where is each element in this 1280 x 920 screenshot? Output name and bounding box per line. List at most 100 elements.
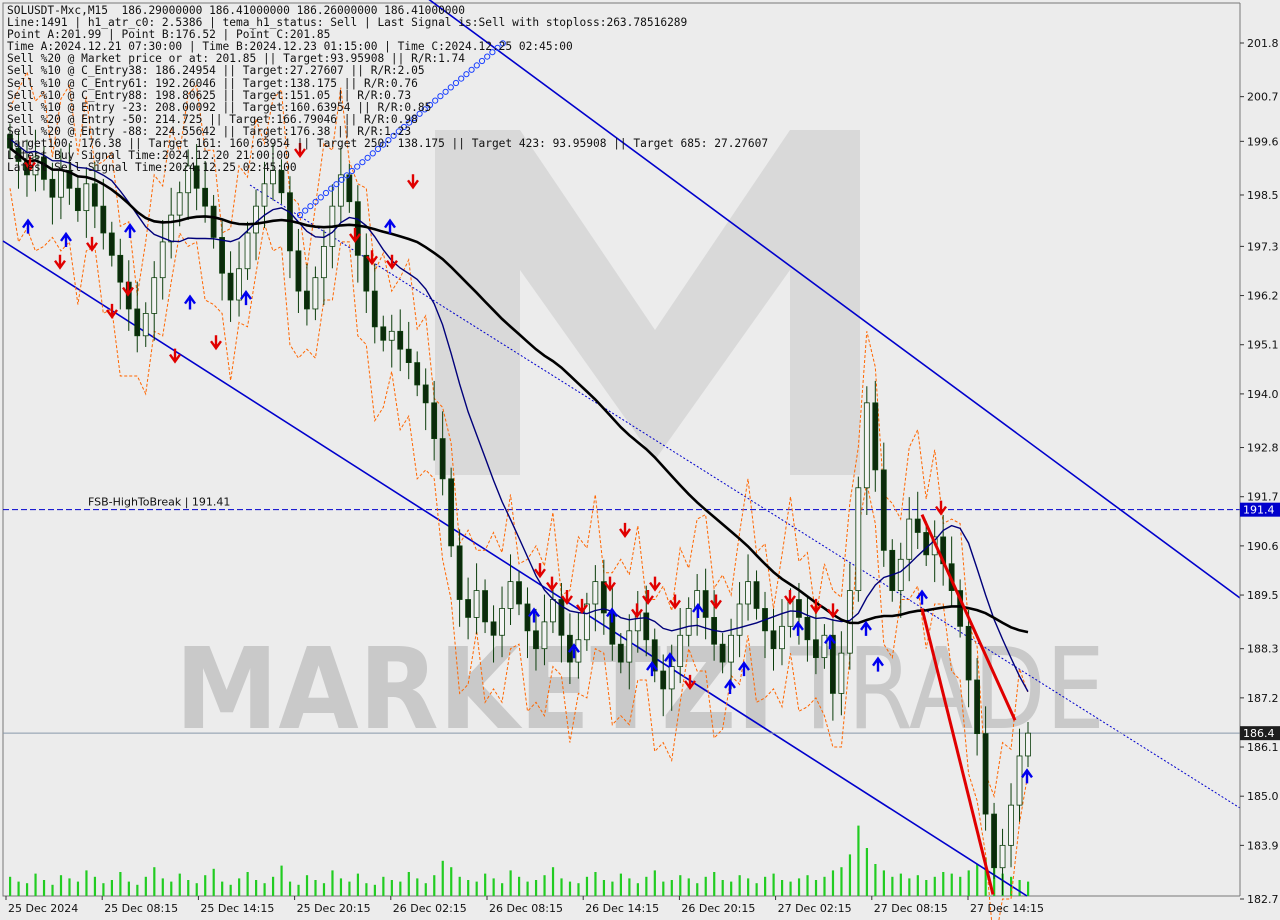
- candle-body: [728, 634, 734, 663]
- candle-body: [855, 487, 862, 591]
- price-tick-label: 200.7: [1247, 91, 1279, 104]
- candle: [448, 467, 455, 558]
- time-tick-label: 27 Dec 08:15: [874, 902, 948, 915]
- time-tick-label: 25 Dec 20:15: [297, 902, 371, 915]
- time-tick-label: 25 Dec 2024: [8, 902, 78, 915]
- info-line: Sell %10 @ C_Entry38: 186.24954 || Targe…: [7, 64, 425, 78]
- volume-bar: [509, 870, 512, 896]
- volume-bar: [136, 884, 139, 896]
- info-line: Sell %10 @ C_Entry88: 198.80625 || Targe…: [7, 88, 412, 102]
- volume-bar: [42, 880, 46, 896]
- candle-body: [202, 187, 209, 207]
- volume-bar: [382, 876, 385, 896]
- volume-bar: [59, 875, 63, 896]
- fsb-level-label: FSB-HighToBreak | 191.41: [88, 496, 230, 509]
- candle-body: [821, 634, 828, 659]
- volume-bar: [390, 880, 393, 896]
- candle-body: [685, 608, 692, 636]
- candle-body: [974, 679, 980, 735]
- volume-bar: [356, 873, 360, 896]
- candle-body: [422, 384, 429, 404]
- volume-bar: [458, 876, 461, 896]
- candle-body: [295, 250, 302, 292]
- candle-body: [304, 290, 310, 310]
- candle-body: [982, 733, 989, 815]
- candle-body: [1008, 804, 1014, 846]
- time-tick-label: 27 Dec 02:15: [778, 902, 852, 915]
- candle-body: [456, 545, 463, 600]
- candle: [855, 476, 862, 602]
- volume-bar: [204, 875, 207, 896]
- candle-body: [1016, 755, 1023, 806]
- volume-bar: [577, 883, 580, 896]
- volume-bar: [305, 875, 309, 896]
- time-tick-label: 26 Dec 14:15: [585, 902, 659, 915]
- price-tick-label: 199.6: [1247, 135, 1279, 148]
- volume-bar: [704, 876, 707, 896]
- candle-body: [660, 670, 667, 690]
- volume-bar: [908, 878, 911, 896]
- volume-bar: [467, 880, 470, 896]
- volume-bar: [551, 867, 555, 896]
- volume-bar: [518, 876, 521, 896]
- volume-bar: [925, 880, 928, 896]
- candle-body: [465, 599, 472, 618]
- candle-body: [753, 581, 760, 609]
- price-tick-label: 188.3: [1247, 643, 1279, 656]
- volume-bar: [687, 878, 690, 896]
- volume-bar: [848, 854, 852, 896]
- volume-bar: [492, 878, 495, 896]
- price-tick-label: 191.7: [1247, 491, 1279, 504]
- volume-bar: [857, 825, 860, 896]
- price-tick-label: 185.0: [1247, 790, 1279, 803]
- candle-body: [414, 362, 421, 386]
- candle-body: [431, 402, 438, 439]
- candle-body: [210, 205, 217, 238]
- price-tick-label: 196.2: [1247, 290, 1279, 303]
- volume-bar: [730, 881, 733, 896]
- volume-bar: [475, 881, 478, 896]
- volume-bar: [543, 875, 546, 896]
- volume-bar: [170, 881, 173, 896]
- volume-bar: [602, 880, 606, 896]
- candle-body: [507, 581, 514, 609]
- volume-bar: [942, 872, 945, 896]
- volume-bar: [653, 870, 656, 896]
- candle-body: [804, 616, 811, 641]
- candle-body: [83, 183, 90, 212]
- candle-body: [142, 313, 149, 337]
- volume-bar: [882, 870, 885, 896]
- volume-bar: [212, 868, 215, 896]
- candle-body: [617, 643, 624, 663]
- volume-bar: [628, 878, 631, 896]
- volume-bar: [560, 878, 563, 896]
- volume-bar: [831, 870, 835, 896]
- candle-body: [397, 330, 404, 350]
- price-tick-label: 194.0: [1247, 388, 1279, 401]
- price-tick-label: 182.7: [1247, 893, 1279, 906]
- price-tick-label: 195.1: [1247, 339, 1279, 352]
- volume-bar: [288, 881, 292, 896]
- candle-body: [923, 532, 930, 556]
- volume-bar: [246, 872, 249, 896]
- volume-bar: [433, 875, 436, 896]
- candle-body: [312, 277, 319, 310]
- candle-body: [719, 643, 726, 663]
- candle-body: [550, 599, 556, 623]
- volume-bar: [331, 870, 334, 896]
- volume-bar: [1027, 881, 1030, 896]
- candle-body: [473, 590, 480, 618]
- info-line: Sell %10 @ C_Entry61: 192.26046 || Targe…: [7, 76, 418, 90]
- volume-bar: [85, 870, 88, 896]
- volume-bar: [789, 881, 792, 896]
- volume-bar: [959, 876, 962, 896]
- volume-bar: [339, 878, 343, 896]
- volume-bar: [670, 880, 673, 896]
- volume-bar: [255, 880, 258, 896]
- volume-bar: [229, 884, 232, 896]
- candle-body: [499, 608, 505, 636]
- candle-body: [371, 290, 378, 328]
- candle-body: [999, 844, 1006, 869]
- candle-body: [796, 599, 802, 618]
- volume-bar: [696, 883, 699, 896]
